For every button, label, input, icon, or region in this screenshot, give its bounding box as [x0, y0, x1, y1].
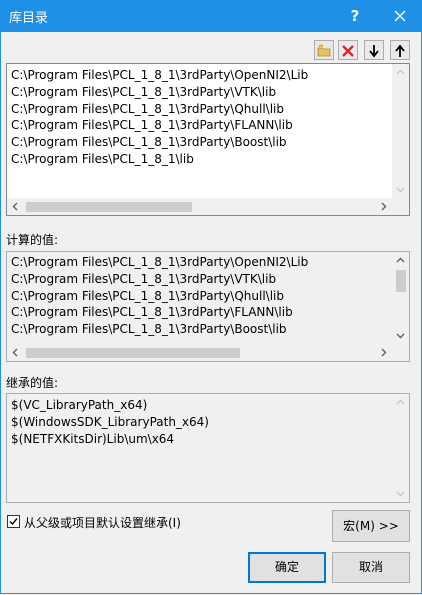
vertical-scrollbar[interactable]: [392, 252, 409, 344]
move-up-button[interactable]: [390, 40, 410, 60]
scroll-left-arrow[interactable]: [7, 344, 24, 361]
chevron-down-icon: [396, 491, 405, 497]
delete-icon: [342, 45, 354, 57]
list-item[interactable]: C:\Program Files\PCL_1_8_1\lib: [7, 151, 409, 168]
list-item[interactable]: C:\Program Files\PCL_1_8_1\3rdParty\FLAN…: [7, 117, 409, 134]
vertical-scrollbar[interactable]: [392, 394, 409, 502]
list-item: $(VC_LibraryPath_x64): [11, 398, 148, 412]
scroll-down-arrow[interactable]: [392, 485, 409, 502]
list-item[interactable]: C:\Program Files\PCL_1_8_1\3rdParty\Boos…: [7, 134, 409, 151]
new-folder-icon: [317, 44, 331, 57]
vertical-scrollbar[interactable]: [392, 64, 409, 198]
move-down-button[interactable]: [364, 40, 384, 60]
list-item: C:\Program Files\PCL_1_8_1\3rdParty\Open…: [11, 255, 309, 269]
list-item: C:\Program Files\PCL_1_8_1\3rdParty\Boos…: [11, 322, 287, 337]
close-icon: [394, 10, 406, 22]
scroll-corner: [392, 198, 409, 215]
list-item[interactable]: C:\Program Files\PCL_1_8_1\3rdParty\Qhul…: [7, 101, 409, 118]
scroll-corner: [392, 344, 409, 361]
chevron-down-icon: [396, 187, 405, 193]
directory-list[interactable]: C:\Program Files\PCL_1_8_1\3rdParty\Open…: [6, 63, 410, 216]
scroll-up-arrow[interactable]: [392, 64, 409, 81]
list-item: C:\Program Files\PCL_1_8_1\3rdParty\VTK\…: [11, 271, 277, 286]
scroll-right-arrow[interactable]: [375, 198, 392, 215]
close-button[interactable]: [378, 0, 422, 32]
list-item: C:\Program Files\PCL_1_8_1\3rdParty\Qhul…: [11, 288, 284, 303]
list-item: $(NETFXKitsDir)Lib\um\x64: [11, 431, 175, 446]
evaluated-label: 计算的值:: [6, 233, 59, 247]
list-item: C:\Program Files\PCL_1_8_1\3rdParty\FLAN…: [11, 305, 293, 320]
cancel-button[interactable]: 取消: [332, 552, 410, 583]
horizontal-scrollbar[interactable]: [7, 344, 392, 361]
chevron-down-icon: [396, 333, 405, 339]
chevron-up-icon: [396, 257, 405, 263]
chevron-left-icon: [12, 202, 18, 211]
new-line-button[interactable]: [314, 40, 334, 60]
list-item[interactable]: C:\Program Files\PCL_1_8_1\3rdParty\Open…: [7, 67, 409, 84]
chevron-up-icon: [396, 399, 405, 405]
scroll-down-arrow[interactable]: [392, 327, 409, 344]
scroll-up-arrow[interactable]: [392, 394, 409, 411]
macros-button[interactable]: 宏(M) >>: [332, 510, 410, 542]
horizontal-scrollbar[interactable]: [7, 198, 392, 215]
chevron-right-icon: [381, 202, 387, 211]
inherited-label: 继承的值:: [6, 376, 59, 390]
inherit-checkbox-label[interactable]: 从父级或项目默认设置继承(I): [24, 514, 181, 531]
list-item: $(WindowsSDK_LibraryPath_x64): [11, 414, 209, 429]
scroll-thumb[interactable]: [396, 270, 406, 292]
inherit-checkbox[interactable]: [7, 515, 20, 528]
move-up-icon: [395, 44, 405, 57]
inherited-list: $(VC_LibraryPath_x64) $(WindowsSDK_Libra…: [6, 393, 410, 503]
scroll-right-arrow[interactable]: [375, 344, 392, 361]
evaluated-list: C:\Program Files\PCL_1_8_1\3rdParty\Open…: [6, 251, 410, 362]
window-title: 库目录: [9, 11, 49, 26]
scroll-thumb[interactable]: [26, 348, 240, 358]
chevron-up-icon: [396, 69, 405, 75]
ok-button[interactable]: 确定: [248, 552, 326, 583]
chevron-right-icon: [381, 348, 387, 357]
list-item[interactable]: C:\Program Files\PCL_1_8_1\3rdParty\VTK\…: [7, 84, 409, 101]
chevron-left-icon: [12, 348, 18, 357]
scroll-down-arrow[interactable]: [392, 181, 409, 198]
title-bar: 库目录 ?: [0, 0, 422, 32]
scroll-left-arrow[interactable]: [7, 198, 24, 215]
move-down-icon: [369, 45, 379, 58]
scroll-thumb[interactable]: [26, 202, 192, 212]
scroll-up-arrow[interactable]: [392, 252, 409, 269]
delete-line-button[interactable]: [338, 40, 358, 60]
checkmark-icon: [9, 518, 18, 526]
help-button[interactable]: ?: [335, 0, 375, 32]
